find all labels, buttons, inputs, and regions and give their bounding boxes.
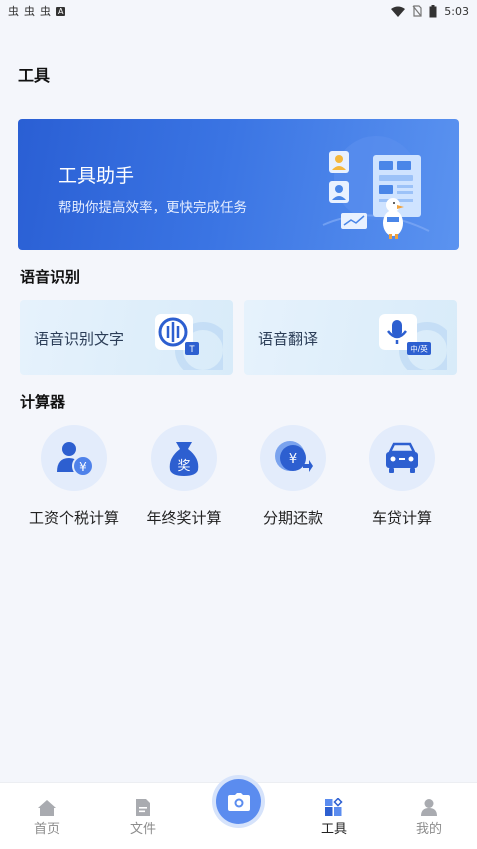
wifi-icon xyxy=(391,6,406,17)
no-sim-icon xyxy=(412,5,422,17)
microphone-icon: 中/英 xyxy=(379,314,447,370)
camera-icon xyxy=(227,792,250,811)
installment-coins-icon: ¥ xyxy=(260,425,326,491)
language-badge: 中/英 xyxy=(410,344,428,354)
tab-home-label: 首页 xyxy=(33,822,60,837)
speech-to-text-icon: T xyxy=(155,314,223,370)
car-loan-label: 车贷计算 xyxy=(371,509,432,527)
svg-text:¥: ¥ xyxy=(289,452,297,467)
file-icon xyxy=(113,797,173,817)
car-loan-calculator[interactable]: 车贷计算 xyxy=(347,425,457,528)
bonus-calculator[interactable]: 奖 年终奖计算 xyxy=(129,425,239,528)
tab-files[interactable]: 文件 xyxy=(113,797,173,837)
status-system: 5:03 xyxy=(391,4,469,18)
tab-files-label: 文件 xyxy=(129,822,156,837)
banner-subtitle: 帮助你提高效率，更快完成任务 xyxy=(58,200,247,216)
bonus-label: 年终奖计算 xyxy=(146,509,222,527)
svg-text:¥: ¥ xyxy=(79,460,87,474)
status-notifications: 虫 虫 虫 A xyxy=(8,3,66,19)
page-title: 工具 xyxy=(18,66,51,85)
car-loan-icon xyxy=(369,425,435,491)
salary-tax-label: 工资个税计算 xyxy=(28,509,119,527)
assistant-illustration xyxy=(322,136,430,239)
bonus-bag-icon: 奖 xyxy=(151,425,217,491)
voice-translate-card[interactable]: 语音翻译 中/英 xyxy=(244,300,457,375)
tools-icon xyxy=(304,797,364,817)
voice-section-title: 语音识别 xyxy=(20,268,81,286)
tab-tools-label: 工具 xyxy=(320,822,347,837)
home-icon xyxy=(17,797,77,817)
text-badge: T xyxy=(189,344,195,354)
bug-notification-icon: 虫 xyxy=(24,5,35,18)
tab-profile[interactable]: 我的 xyxy=(399,797,459,837)
tab-profile-label: 我的 xyxy=(415,822,442,837)
profile-icon xyxy=(399,797,459,817)
installment-calculator[interactable]: ¥ 分期还款 xyxy=(238,425,348,528)
salary-tax-icon: ¥ xyxy=(41,425,107,491)
notification-badge: A xyxy=(56,6,66,16)
tools-assistant-banner[interactable]: 工具助手 帮助你提高效率，更快完成任务 xyxy=(18,119,459,250)
clock: 5:03 xyxy=(444,4,469,18)
banner-title: 工具助手 xyxy=(58,165,135,187)
bonus-glyph: 奖 xyxy=(177,459,190,474)
speech-to-text-label: 语音识别文字 xyxy=(34,330,125,348)
speech-to-text-card[interactable]: 语音识别文字 T xyxy=(20,300,233,375)
battery-icon xyxy=(429,4,437,17)
camera-button[interactable] xyxy=(216,779,261,824)
tab-tools[interactable]: 工具 xyxy=(304,797,364,837)
voice-translate-label: 语音翻译 xyxy=(258,330,319,348)
status-bar: 虫 虫 虫 A 5:03 xyxy=(0,0,477,22)
salary-tax-calculator[interactable]: ¥ 工资个税计算 xyxy=(19,425,129,528)
bug-notification-icon: 虫 xyxy=(8,5,19,18)
installment-label: 分期还款 xyxy=(262,509,323,527)
calculator-section-title: 计算器 xyxy=(20,393,66,411)
tab-home[interactable]: 首页 xyxy=(17,797,77,837)
bug-notification-icon: 虫 xyxy=(40,5,51,18)
